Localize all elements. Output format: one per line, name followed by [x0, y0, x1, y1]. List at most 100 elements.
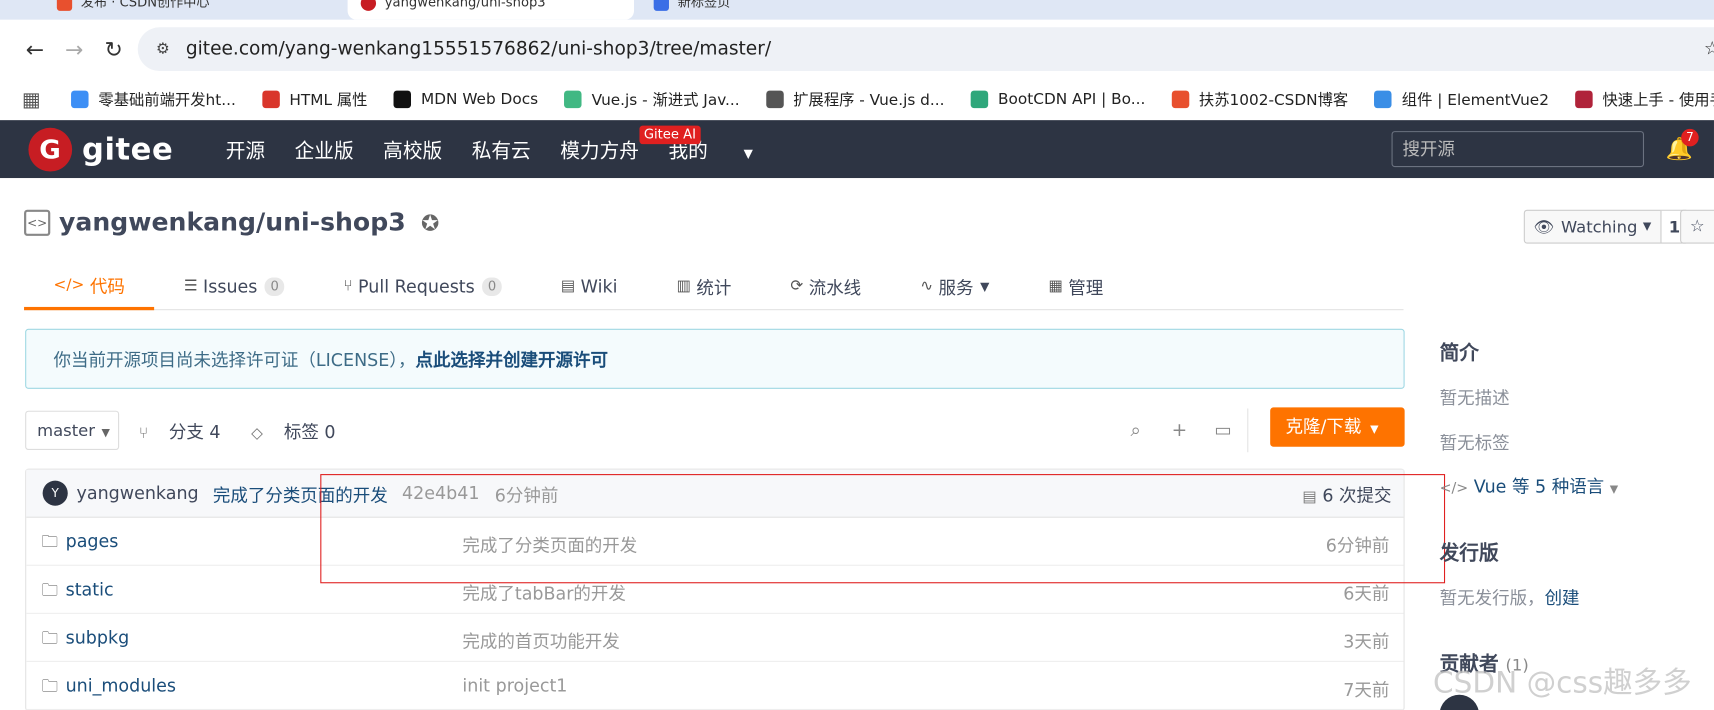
- tab-code[interactable]: </> 代码: [24, 262, 155, 311]
- gitee-main-nav: 开源 企业版 高校版 私有云 模力方舟 我的 ▼: [226, 135, 812, 163]
- tags-text: 标签 0: [283, 421, 336, 443]
- star-button[interactable]: ☆: [1680, 209, 1714, 244]
- reload-icon[interactable]: ↻: [94, 29, 133, 68]
- bookmark-label: 组件 | ElementVue2: [1401, 91, 1549, 110]
- plus-icon[interactable]: +: [1158, 419, 1202, 441]
- watch-text: Watching: [1560, 216, 1638, 237]
- bookmark-label: Vue.js - 渐进式 Jav...: [591, 91, 740, 110]
- file-name[interactable]: static: [66, 579, 114, 600]
- bookmark-item[interactable]: 零基础前端开发ht...: [71, 88, 236, 110]
- search-icon[interactable]: ⌕: [1114, 419, 1158, 441]
- bookmark-item[interactable]: HTML 属性: [262, 88, 367, 110]
- clone-download-button[interactable]: 克隆/下载 ▼: [1270, 407, 1405, 447]
- tab-services[interactable]: ∿ 服务 ▼: [891, 262, 1019, 310]
- pipeline-icon: ⟳: [790, 277, 804, 295]
- commit-author[interactable]: yangwenkang: [77, 483, 199, 504]
- languages-toggle[interactable]: </> Vue 等 5 种语言 ▼: [1440, 472, 1619, 498]
- gitee-favicon-icon: [360, 0, 377, 11]
- bookmark-item[interactable]: 扶苏1002-CSDN博客: [1171, 88, 1348, 110]
- nav-moli[interactable]: 模力方舟: [560, 135, 639, 163]
- folder-icon: 🗀: [41, 676, 58, 696]
- browser-tab-active[interactable]: yangwenkang/uni-shop3: [347, 0, 634, 20]
- watermark: CSDN @css趣多多: [1433, 666, 1692, 701]
- bookmark-item[interactable]: BootCDN API | Bo...: [970, 88, 1145, 110]
- tab-issues[interactable]: ☰ Issues 0: [154, 262, 314, 310]
- bookmark-label: 零基础前端开发ht...: [98, 91, 236, 110]
- bookmark-label: 扩展程序 - Vue.js d...: [793, 91, 945, 110]
- bookmark-favicon-icon: [71, 90, 89, 109]
- no-release-text: 暂无发行版，: [1439, 587, 1545, 609]
- tab-label: 服务: [938, 277, 974, 299]
- bookmark-item[interactable]: 快速上手 - 使用手...: [1575, 88, 1714, 110]
- chevron-down-icon: ▼: [1370, 423, 1379, 436]
- bookmark-item[interactable]: 组件 | ElementVue2: [1374, 88, 1549, 110]
- license-notice-text: 你当前开源项目尚未选择许可证（LICENSE），: [53, 349, 416, 371]
- languages-text: Vue 等 5 种语言: [1473, 476, 1605, 497]
- nav-private-cloud[interactable]: 私有云: [472, 135, 531, 163]
- search-input[interactable]: 搜开源: [1391, 131, 1645, 168]
- repo-code-icon: <>: [24, 209, 51, 236]
- monitor-icon[interactable]: ▭: [1201, 419, 1245, 441]
- watch-button[interactable]: 👁 Watching ▼ 1: [1523, 209, 1689, 244]
- tab-label: Wiki: [580, 275, 618, 297]
- file-commit-time: 7天前: [1343, 679, 1390, 701]
- create-release-link[interactable]: 创建: [1545, 588, 1580, 609]
- file-name[interactable]: pages: [66, 531, 119, 552]
- branches-link[interactable]: ⑂ 分支 4: [139, 417, 236, 443]
- tab-favicon-icon: [653, 0, 669, 11]
- tab-manage[interactable]: ▦ 管理: [1019, 262, 1133, 310]
- tab-label: Issues: [203, 275, 258, 297]
- apps-grid-icon[interactable]: ▦: [22, 88, 41, 111]
- repo-toolbar: master ▼ ⑂ 分支 4 ◇ 标签 0 ⌕ + ▭ 克隆/下载 ▼: [25, 407, 1405, 453]
- gitee-logo[interactable]: G gitee: [28, 127, 173, 171]
- bookmark-favicon-icon: [1575, 90, 1593, 109]
- book-icon: ▤: [560, 277, 576, 295]
- repo-name[interactable]: yangwenkang/uni-shop3: [59, 209, 406, 237]
- browser-tab[interactable]: 发布 · CSDN创作中心: [43, 0, 346, 20]
- nav-enterprise[interactable]: 企业版: [295, 135, 354, 163]
- bookmark-favicon-icon: [564, 90, 582, 109]
- forward-arrow-icon[interactable]: →: [55, 29, 94, 68]
- site-settings-icon[interactable]: ⚙: [149, 35, 177, 63]
- tab-label: 管理: [1068, 277, 1104, 299]
- table-row: 🗀 subpkg 完成的首页功能开发 3天前: [26, 614, 1404, 662]
- branch-select[interactable]: master ▼: [25, 410, 120, 451]
- tab-stats[interactable]: ▥ 统计: [647, 262, 761, 310]
- tab-label: 流水线: [808, 277, 862, 299]
- code-icon: </>: [1439, 480, 1469, 497]
- issues-count: 0: [265, 276, 285, 296]
- code-icon: </>: [53, 275, 85, 294]
- file-commit-message[interactable]: 完成的首页功能开发: [462, 627, 619, 653]
- gitee-ai-badge[interactable]: Gitee AI: [639, 125, 701, 145]
- avatar[interactable]: Y: [42, 480, 68, 506]
- bookmark-item[interactable]: MDN Web Docs: [393, 88, 538, 110]
- file-commit-message[interactable]: init project1: [462, 675, 567, 696]
- bookmark-favicon-icon: [765, 90, 784, 109]
- tab-pipeline[interactable]: ⟳ 流水线: [761, 262, 891, 310]
- back-arrow-icon[interactable]: ←: [15, 29, 54, 68]
- file-name[interactable]: uni_modules: [66, 675, 176, 696]
- toolbar-icons: ⌕ + ▭: [1114, 411, 1245, 450]
- bookmarks-bar: ▦ 零基础前端开发ht... HTML 属性 MDN Web Docs Vue.js …: [0, 78, 1714, 121]
- create-license-link[interactable]: 点此选择并创建开源许可: [416, 350, 608, 371]
- url-bar[interactable]: ⚙ gitee.com/yang-wenkang15551576862/uni-…: [137, 27, 1714, 71]
- browser-tab[interactable]: 新标签页: [641, 0, 943, 20]
- no-tags: 暂无标签: [1439, 432, 1510, 454]
- divider: [1247, 408, 1249, 453]
- watch-label[interactable]: 👁 Watching ▼: [1525, 211, 1660, 243]
- tab-pull-requests[interactable]: ⑂ Pull Requests 0: [314, 262, 531, 310]
- repo-title: <> yangwenkang/uni-shop3 ✪: [24, 209, 439, 237]
- tags-link[interactable]: ◇ 标签 0: [251, 417, 351, 443]
- file-name[interactable]: subpkg: [66, 627, 130, 648]
- nav-open-source[interactable]: 开源: [226, 135, 265, 163]
- bookmark-item[interactable]: 扩展程序 - Vue.js d...: [765, 88, 945, 110]
- issues-icon: ☰: [183, 277, 198, 295]
- bookmark-star-icon[interactable]: ☆: [1704, 38, 1714, 60]
- bookmark-item[interactable]: Vue.js - 渐进式 Jav...: [564, 88, 740, 110]
- chevron-down-icon: ▼: [980, 279, 990, 294]
- browser-tab-label: 发布 · CSDN创作中心: [80, 0, 210, 10]
- nav-education[interactable]: 高校版: [383, 135, 442, 163]
- release-title: 发行版: [1439, 541, 1499, 565]
- tab-wiki[interactable]: ▤ Wiki: [531, 262, 647, 310]
- bookmark-label: 快速上手 - 使用手...: [1602, 91, 1714, 110]
